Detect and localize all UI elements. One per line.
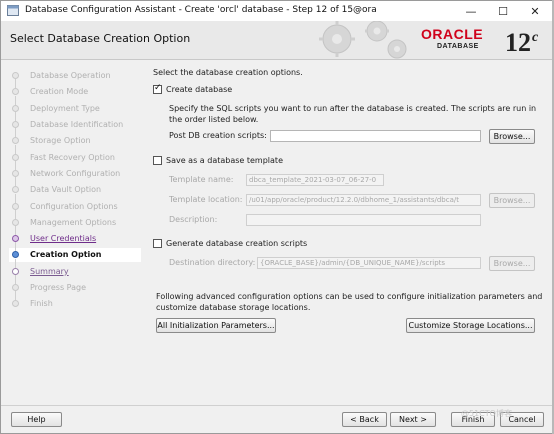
step-creation-option[interactable]: Creation Option bbox=[9, 242, 141, 262]
create-database-checkbox[interactable] bbox=[153, 83, 162, 94]
maximize-icon: ☐ bbox=[498, 4, 508, 18]
save-template-label: Save as a database template bbox=[166, 156, 283, 165]
destination-directory-label: Destination directory: bbox=[169, 258, 256, 267]
footer-divider bbox=[1, 405, 553, 406]
minimize-button[interactable]: — bbox=[455, 1, 487, 21]
destination-browse-button[interactable]: Browse... bbox=[489, 256, 535, 271]
generate-scripts-label: Generate database creation scripts bbox=[166, 239, 308, 248]
post-scripts-label: Post DB creation scripts: bbox=[169, 131, 267, 140]
step-user-credentials[interactable]: User Credentials bbox=[9, 226, 141, 246]
template-location-browse-button[interactable]: Browse... bbox=[489, 193, 535, 208]
content-panel: Select the database creation options. Cr… bbox=[149, 61, 549, 406]
template-location-label: Template location: bbox=[169, 195, 243, 204]
generate-scripts-checkbox[interactable] bbox=[153, 239, 162, 248]
template-name-label: Template name: bbox=[169, 175, 234, 184]
step-dot-icon bbox=[12, 154, 19, 161]
page-header: Select Database Creation Option ORACLE D… bbox=[1, 21, 553, 60]
step-storage-option: Storage Option bbox=[9, 128, 141, 148]
oracle-wordmark: ORACLE bbox=[421, 26, 484, 42]
gears-graphic bbox=[319, 21, 407, 59]
step-database-identification: Database Identification bbox=[9, 112, 141, 132]
scripts-description-line2: the order listed below. bbox=[169, 115, 259, 124]
step-summary[interactable]: Summary bbox=[9, 259, 141, 279]
step-dot-icon bbox=[12, 300, 19, 307]
page-title: Select Database Creation Option bbox=[10, 32, 191, 45]
intro-text: Select the database creation options. bbox=[153, 68, 303, 77]
close-button[interactable]: ✕ bbox=[519, 1, 551, 21]
step-dot-icon bbox=[12, 251, 19, 258]
title-bar: Database Configuration Assistant - Creat… bbox=[1, 1, 553, 21]
advanced-options-text-line1: Following advanced configuration options… bbox=[156, 292, 543, 301]
step-fast-recovery-option: Fast Recovery Option bbox=[9, 145, 141, 165]
back-button[interactable]: < Back bbox=[342, 412, 387, 427]
step-database-operation: Database Operation bbox=[9, 69, 141, 83]
database-wordmark: DATABASE bbox=[437, 43, 479, 50]
step-dot-icon bbox=[12, 170, 19, 177]
template-description-label: Description: bbox=[169, 215, 218, 224]
step-dot-icon bbox=[12, 121, 19, 128]
step-data-vault-option: Data Vault Option bbox=[9, 177, 141, 197]
post-scripts-browse-button[interactable]: Browse... bbox=[489, 129, 535, 144]
post-scripts-input[interactable] bbox=[270, 130, 481, 142]
help-button[interactable]: Help bbox=[11, 412, 62, 427]
step-dot-icon bbox=[12, 219, 19, 226]
step-configuration-options: Configuration Options bbox=[9, 194, 141, 214]
step-progress-page: Progress Page bbox=[9, 275, 141, 295]
step-navigator: Database Operation Creation Mode Deploym… bbox=[9, 65, 141, 325]
window-title: Database Configuration Assistant - Creat… bbox=[25, 5, 377, 15]
step-deployment-type: Deployment Type bbox=[9, 96, 141, 116]
step-dot-icon bbox=[12, 88, 19, 95]
maximize-button[interactable]: ☐ bbox=[487, 1, 519, 21]
oracle-logo: ORACLE DATABASE bbox=[421, 26, 503, 54]
step-dot-icon bbox=[12, 137, 19, 144]
watermark: @51CTO博客 bbox=[461, 409, 512, 418]
step-dot-icon bbox=[12, 235, 19, 242]
destination-directory-input[interactable]: {ORACLE_BASE}/admin/{DB_UNIQUE_NAME}/scr… bbox=[257, 257, 481, 269]
step-dot-icon bbox=[12, 72, 19, 79]
step-dot-icon bbox=[12, 268, 19, 275]
app-icon bbox=[7, 5, 19, 16]
step-dot-icon bbox=[12, 284, 19, 291]
minimize-icon: — bbox=[465, 4, 477, 18]
step-dot-icon bbox=[12, 105, 19, 112]
step-dot-icon bbox=[12, 186, 19, 193]
step-dot-icon bbox=[12, 203, 19, 210]
step-network-configuration: Network Configuration bbox=[9, 161, 141, 181]
version-badge: 12c bbox=[505, 28, 539, 57]
save-template-checkbox[interactable] bbox=[153, 156, 162, 165]
scripts-description-line1: Specify the SQL scripts you want to run … bbox=[169, 104, 537, 113]
next-button[interactable]: Next > bbox=[390, 412, 436, 427]
step-creation-mode: Creation Mode bbox=[9, 79, 141, 99]
dbca-window: Database Configuration Assistant - Creat… bbox=[0, 0, 554, 434]
template-name-input[interactable]: dbca_template_2021-03-07_06-27-0 bbox=[246, 174, 384, 186]
template-description-input[interactable] bbox=[246, 214, 481, 226]
close-icon: ✕ bbox=[530, 4, 540, 18]
customize-storage-locations-button[interactable]: Customize Storage Locations... bbox=[406, 318, 535, 333]
advanced-options-text-line2: customize database storage locations. bbox=[156, 303, 311, 312]
step-management-options: Management Options bbox=[9, 210, 141, 230]
template-location-input[interactable]: /u01/app/oracle/product/12.2.0/dbhome_1/… bbox=[246, 194, 481, 206]
all-initialization-parameters-button[interactable]: All Initialization Parameters... bbox=[156, 318, 276, 333]
step-finish: Finish bbox=[9, 291, 141, 311]
create-database-label: Create database bbox=[166, 85, 233, 94]
